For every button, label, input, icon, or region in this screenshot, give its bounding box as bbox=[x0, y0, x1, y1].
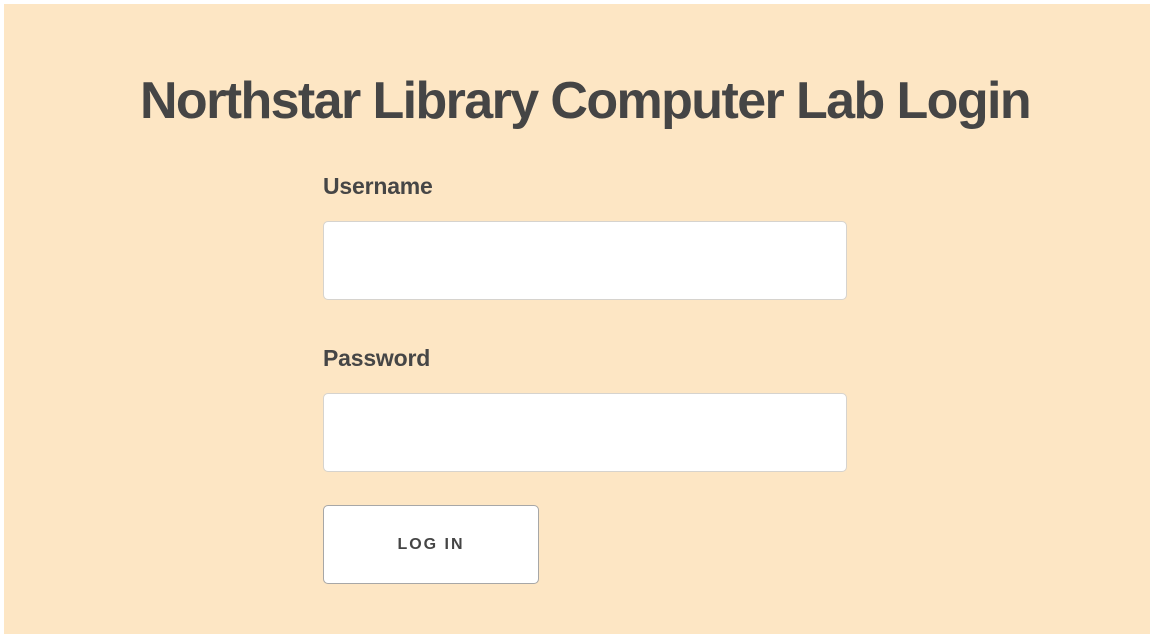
page-title: Northstar Library Computer Lab Login bbox=[139, 72, 1032, 130]
login-panel: Northstar Library Computer Lab Login Use… bbox=[4, 4, 1150, 634]
password-label: Password bbox=[323, 345, 431, 371]
username-input[interactable] bbox=[323, 221, 847, 300]
password-input[interactable] bbox=[323, 393, 847, 472]
login-button[interactable]: LOG IN bbox=[323, 505, 539, 584]
username-label: Username bbox=[323, 173, 433, 199]
